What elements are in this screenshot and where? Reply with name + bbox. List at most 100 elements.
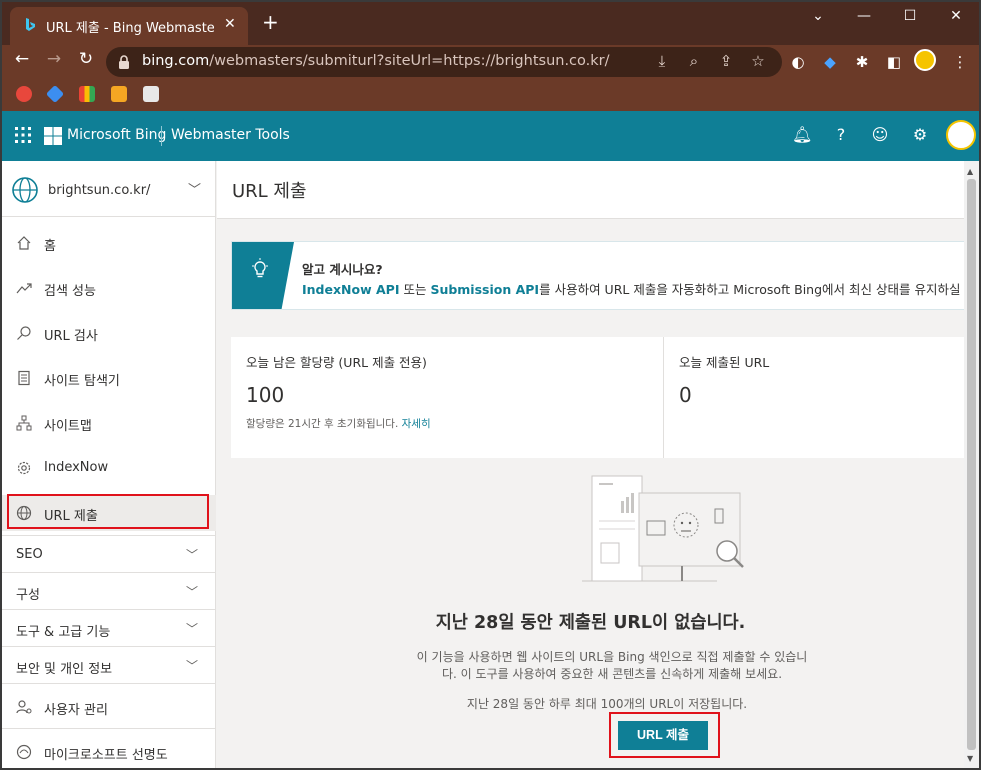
bing-favicon-icon [26,18,35,31]
sidebar-item-clarity[interactable]: 마이크로소프트 선명도 [2,728,216,770]
microsoft-logo-icon [44,127,62,145]
settings-gear-icon[interactable]: ⚙ [910,125,930,144]
chevron-down-icon[interactable]: ﹀ [188,179,201,198]
sidebar-item-sitemaps[interactable]: 사이트맵 [2,405,216,441]
sidebar-item-label: 사용자 관리 [44,703,108,718]
url-text: bing.com/webmasters/submiturl?siteUrl=ht… [142,53,610,69]
sidebar-group-seo[interactable]: SEO ﹀ [2,535,216,572]
trend-icon [16,283,32,294]
sidebar-item-user-management[interactable]: 사용자 관리 [2,683,216,728]
sidebar: brightsun.co.kr/ ﹀ 홈 검색 성능 URL 검사 사이트 탐색… [2,161,216,768]
sidebar-group-tools[interactable]: 도구 & 고급 기능 ﹀ [2,609,216,646]
forward-icon[interactable]: → [42,49,66,69]
tip-body: IndexNow API 또는 Submission API를 사용하여 URL… [302,279,964,298]
document-icon [18,370,30,386]
bookmark-4-icon[interactable] [111,86,127,102]
page-header: URL 제출 [217,161,964,219]
menu-kebab-icon[interactable]: ⋮ [950,53,970,71]
site-picker[interactable]: brightsun.co.kr/ ﹀ [2,161,216,217]
bookmark-star-icon[interactable]: ☆ [748,52,768,70]
tip-banner: 알고 계시나요? IndexNow API 또는 Submission API를… [231,241,964,310]
app-launcher-icon[interactable] [14,126,32,144]
brand-name[interactable]: Microsoft Bing [67,127,166,143]
empty-state-note: 지난 28일 동안 하루 최대 100개의 URL이 저장됩니다. [466,697,748,711]
indexnow-api-link[interactable]: IndexNow API [302,282,399,297]
sidebar-group-configuration[interactable]: 구성 ﹀ [2,572,216,609]
scroll-down-icon[interactable]: ▼ [967,754,973,763]
feedback-smile-icon[interactable]: ☺ [870,125,890,144]
sidebar-item-url-inspection[interactable]: URL 검사 [2,315,216,351]
browser-tab[interactable]: URL 제출 - Bing Webmaster Tools ✕ [10,7,248,45]
bookmark-5-icon[interactable] [143,86,159,102]
install-app-icon[interactable]: ⤓ [652,52,672,70]
empty-state-description: 이 기능을 사용하면 웹 사이트의 URL을 Bing 색인으로 직접 제출할 … [416,650,808,681]
sidebar-item-search-performance[interactable]: 검색 성능 [2,270,216,306]
maximize-icon[interactable]: ☐ [900,8,920,24]
sidebar-item-label: 마이크로소프트 선명도 [44,748,168,763]
reload-icon[interactable]: ↻ [74,49,98,69]
tip-mid: 또는 [399,282,431,297]
gear-icon [17,461,31,475]
profile-avatar[interactable] [914,49,936,71]
site-globe-icon [12,177,38,203]
share-icon[interactable]: ⇪ [716,52,736,70]
empty-state-title: 지난 28일 동안 제출된 URL이 없습니다. [435,613,746,633]
bell-icon[interactable]: 🔔︎ [792,125,812,144]
quota-value: 100 [246,383,285,407]
zoom-icon[interactable]: ⌕ [684,52,704,70]
bookmark-2-icon[interactable] [45,84,65,104]
remaining-quota-stat: 오늘 남은 할당량 (URL 제출 전용) 100 할당량은 21시간 후 초기… [231,337,663,458]
scroll-up-icon[interactable]: ▲ [967,167,973,176]
extensions-puzzle-icon[interactable]: ✱ [852,53,872,71]
user-avatar[interactable] [946,120,976,150]
scrollbar[interactable]: ▲ ▼ [964,161,979,768]
quota-note-text: 할당량은 21시간 후 초기화됩니다. [246,418,402,430]
group-label: 구성 [16,588,40,603]
group-label: 도구 & 고급 기능 [16,625,111,640]
extension-mouse-icon[interactable]: ◐ [788,53,808,71]
home-icon [17,236,31,250]
tab-search-icon[interactable]: ⌄ [808,8,828,24]
chevron-down-icon: ﹀ [186,622,199,636]
bing-header: Microsoft Bing Webmaster Tools 🔔︎ ? ☺ ⚙ [2,111,979,161]
bookmark-1-icon[interactable] [16,86,32,102]
tab-title: URL 제출 - Bing Webmaster Tools [46,21,214,36]
site-name: brightsun.co.kr/ [48,183,151,198]
page-title: URL 제출 [232,181,307,202]
product-name[interactable]: Webmaster Tools [171,127,290,143]
group-label: SEO [16,547,43,562]
extension-diamond-icon[interactable]: ◆ [820,53,840,71]
submitted-today-stat: 오늘 제출된 URL 0 [664,337,964,458]
submission-api-link[interactable]: Submission API [430,282,539,297]
quota-label: 오늘 남은 할당량 (URL 제출 전용) [246,355,427,370]
tab-close-icon[interactable]: ✕ [224,16,236,32]
minimize-icon[interactable]: — [854,8,874,24]
bookmarks-bar [0,78,981,111]
close-window-icon[interactable]: ✕ [946,8,966,24]
sidebar-item-label: 사이트맵 [44,419,92,434]
learn-more-link[interactable]: 자세히 [402,418,431,430]
clarity-icon [16,744,32,760]
back-icon[interactable]: ← [10,49,34,69]
scroll-thumb[interactable] [967,179,976,750]
brand-separator [161,126,162,146]
new-tab-button[interactable]: + [262,12,279,32]
sidebar-item-site-explorer[interactable]: 사이트 탐색기 [2,360,216,396]
sidebar-item-label: 사이트 탐색기 [44,374,120,389]
sidebar-item-label: 홈 [44,239,56,254]
help-icon[interactable]: ? [831,125,851,144]
submitted-value: 0 [679,383,692,407]
chevron-down-icon: ﹀ [186,548,199,562]
side-panel-icon[interactable]: ◧ [884,53,904,71]
tip-title: 알고 계시나요? [302,262,383,277]
main-content: URL 제출 알고 계시나요? IndexNow API 또는 Submissi… [217,161,964,768]
address-bar[interactable]: bing.com/webmasters/submiturl?siteUrl=ht… [106,47,782,77]
highlight-box [609,712,720,758]
sidebar-item-home[interactable]: 홈 [2,225,216,261]
sidebar-group-security[interactable]: 보안 및 개인 정보 ﹀ [2,646,216,683]
browser-toolbar: ← → ↻ bing.com/webmasters/submiturl?site… [0,45,981,78]
quota-note: 할당량은 21시간 후 초기화됩니다. 자세히 [246,416,431,431]
gmail-bookmark-icon[interactable] [79,86,95,102]
sidebar-item-indexnow[interactable]: IndexNow [2,450,216,486]
url-path: /webmasters/submiturl?siteUrl=https://br… [209,53,610,69]
